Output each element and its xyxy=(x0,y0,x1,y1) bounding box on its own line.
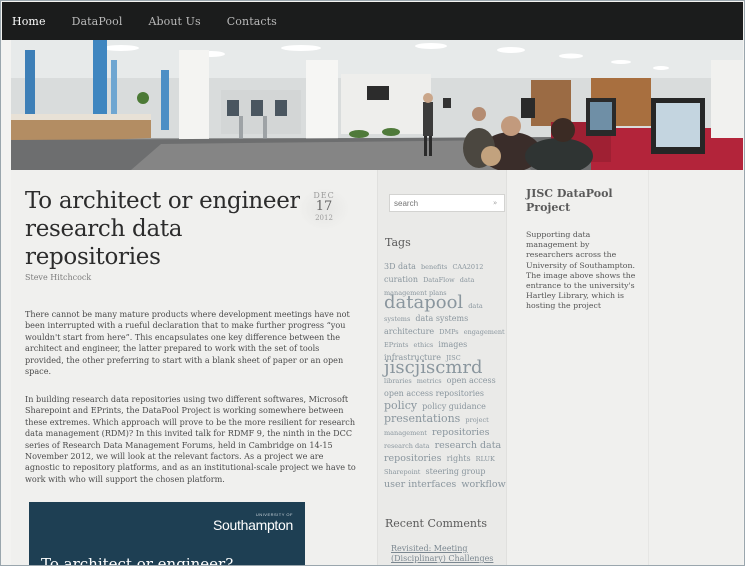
tag-link[interactable]: steering group xyxy=(426,467,486,476)
tag-link[interactable]: benefits xyxy=(421,263,447,271)
tag-link[interactable]: CAA2012 xyxy=(452,263,483,271)
datapool-project-description: Supporting data management by researcher… xyxy=(526,230,636,311)
datapool-project-heading: JISC DataPool Project xyxy=(526,187,613,214)
nav-contacts-link[interactable]: Contacts xyxy=(227,15,277,28)
tag-link[interactable]: presentations xyxy=(384,412,460,425)
tag-link[interactable]: 3D data xyxy=(384,262,416,271)
university-logo: UNIVERSITY OF Southampton xyxy=(213,512,293,535)
tag-link[interactable]: Sharepoint xyxy=(384,468,420,476)
post-paragraph-1: There cannot be many mature products whe… xyxy=(25,309,350,377)
header-banner-image xyxy=(11,40,743,170)
tag-link[interactable]: DMPs xyxy=(439,328,458,336)
library-entrance-photo xyxy=(11,40,743,170)
browser-page: Home DataPool About Us Contacts To archi… xyxy=(0,0,745,566)
far-right-column xyxy=(648,170,743,565)
tag-link[interactable]: metrics xyxy=(417,377,442,385)
search-input[interactable] xyxy=(394,198,480,209)
tag-link[interactable]: policy xyxy=(384,399,417,412)
tag-link[interactable]: open access repositories xyxy=(384,389,484,398)
tag-link[interactable]: ethics xyxy=(414,341,434,349)
tag-link[interactable]: workflow xyxy=(461,479,505,490)
post-title[interactable]: To architect or engineer research data r… xyxy=(25,187,303,271)
tag-link[interactable]: images xyxy=(438,340,467,349)
tags-heading: Tags xyxy=(385,236,411,249)
post-date-day: 17 xyxy=(315,199,333,214)
nav-about-us-link[interactable]: About Us xyxy=(148,15,200,28)
tag-link[interactable]: curation xyxy=(384,275,418,284)
post-date-year: 2012 xyxy=(315,214,333,222)
tag-link[interactable]: rights xyxy=(447,454,471,463)
post-author[interactable]: Steve Hitchcock xyxy=(25,273,91,282)
presentation-title-slide[interactable]: UNIVERSITY OF Southampton To architect o… xyxy=(29,502,305,566)
tag-link[interactable]: open access xyxy=(447,376,496,385)
recent-comment-link[interactable]: Revisited: Meeting (Disciplinary) Challe… xyxy=(391,544,503,565)
tag-link[interactable]: EPrints xyxy=(384,341,408,349)
search-box: » xyxy=(389,194,505,212)
logo-big-text: Southampton xyxy=(213,517,293,533)
tag-link[interactable]: datapool xyxy=(384,292,463,313)
post-date-badge: DEC 17 2012 xyxy=(300,189,348,229)
tag-link[interactable]: jiscjiscmrd xyxy=(384,357,483,378)
search-submit-button[interactable]: » xyxy=(489,198,501,209)
nav-datapool-link[interactable]: DataPool xyxy=(72,15,123,28)
recent-comments-heading: Recent Comments xyxy=(385,517,488,530)
top-nav: Home DataPool About Us Contacts xyxy=(2,2,743,40)
tag-link[interactable]: repositories xyxy=(432,427,490,438)
tag-link[interactable]: engagement xyxy=(464,328,505,336)
tag-link[interactable]: policy guidance xyxy=(422,402,486,411)
tag-link[interactable]: user interfaces xyxy=(384,479,456,490)
post-paragraph-2: In building research data repositories u… xyxy=(25,394,356,484)
tag-link[interactable]: libraries xyxy=(384,377,412,385)
tag-link[interactable]: DataFlow xyxy=(423,276,455,284)
slide-title: To architect or engineer? xyxy=(41,555,234,566)
tag-link[interactable]: RLUK xyxy=(476,455,495,463)
tag-cloud: 3D data benefits CAA2012 curation DataFl… xyxy=(384,259,506,490)
tag-link[interactable]: research data xyxy=(384,442,430,450)
nav-home-link[interactable]: Home xyxy=(12,15,46,28)
